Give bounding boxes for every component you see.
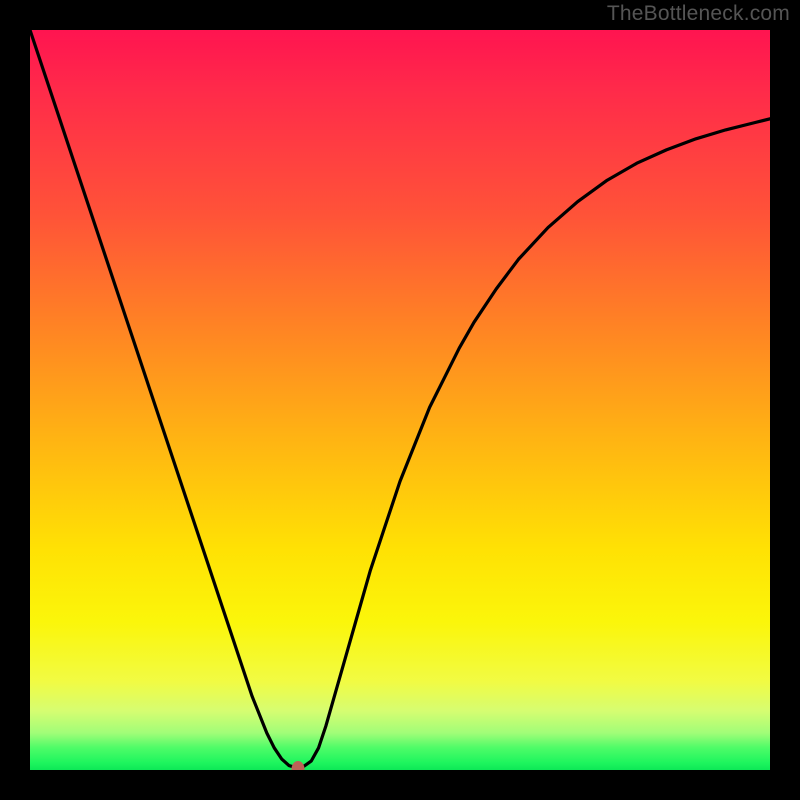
bottleneck-curve [30, 30, 770, 770]
watermark-text: TheBottleneck.com [607, 2, 790, 26]
minimum-marker [291, 761, 304, 770]
chart-frame: TheBottleneck.com [0, 0, 800, 800]
plot-area [30, 30, 770, 770]
